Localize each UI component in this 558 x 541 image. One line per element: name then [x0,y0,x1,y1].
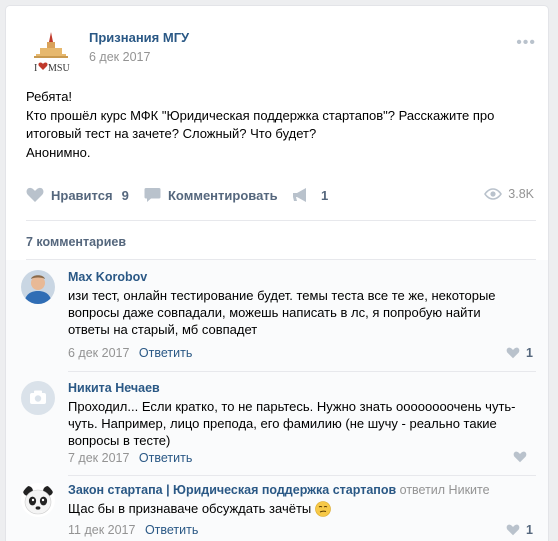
avatar[interactable] [21,381,55,415]
svg-text:I: I [34,63,37,74]
comment-like-button[interactable]: 1 [506,346,533,360]
heart-icon [506,347,520,359]
comment-text-line: чуть. Например, лицо препода, его фамили… [68,416,497,431]
like-count: 9 [121,187,129,203]
comment-button[interactable]: Комментировать [144,187,278,203]
post-text-line: Кто прошёл курс МФК "Юридическая поддерж… [26,107,495,123]
comment-text-line: вопросы даже совпадали, можешь написать … [68,305,481,320]
post-text-line: итоговый тест на зачете? Сложный? Что бу… [26,126,317,141]
comment-meta: 6 дек 2017 Ответить [68,346,192,360]
reply-note[interactable]: ответил Никите [400,483,490,497]
views-count: 3.8K [508,187,534,201]
comment-author[interactable]: Max Korobov [68,270,147,284]
comment-like-count: 1 [526,523,533,537]
post-text: Ребята! Кто прошёл курс МФК "Юридическая… [26,88,531,162]
heart-icon [506,524,520,536]
share-count: 1 [321,187,329,203]
post-text-line: Анонимно. [26,144,91,160]
avatar[interactable] [21,270,55,304]
reply-button[interactable]: Ответить [139,346,192,360]
views-counter: 3.8K [484,187,534,201]
comment-date[interactable]: 11 дек 2017 [68,523,135,537]
divider [26,220,536,221]
comment-author[interactable]: Закон стартапа | Юридическая поддержка с… [68,483,490,497]
comment-like-count: 1 [526,346,533,360]
comment-item: Никита Нечаев Проходил... Если кратко, т… [21,381,533,471]
reply-button[interactable]: Ответить [145,523,198,537]
comment-label: Комментировать [168,187,278,203]
svg-text:MSU: MSU [48,63,70,74]
megaphone-icon [293,188,306,202]
comment-date[interactable]: 7 дек 2017 [68,451,129,465]
comment-date[interactable]: 6 дек 2017 [68,346,129,360]
post-card: I MSU Признания МГУ 6 дек 2017 ••• Ребят… [6,6,548,541]
comment-text-line: Щас бы в признаваче обсуждать зачёты [68,500,528,517]
emoji-icon [315,500,332,517]
like-label: Нравится [51,187,113,203]
group-name-link[interactable]: Признания МГУ [89,30,189,45]
comments-count[interactable]: 7 комментариев [26,235,126,249]
comment-text-line: Проходил... Если кратко, то не парьтесь.… [68,399,516,414]
more-options-icon[interactable]: ••• [516,34,536,52]
divider [68,475,536,476]
comment-item: Max Korobov изи тест, онлайн тестировани… [21,270,533,360]
share-button[interactable]: 1 [292,187,328,203]
comment-item: Закон стартапа | Юридическая поддержка с… [21,483,533,541]
heart-icon [513,451,527,463]
post-actions: Нравится 9 Комментировать 1 3.8K [26,187,536,207]
divider [68,371,536,372]
avatar[interactable] [21,483,55,517]
heart-icon [26,187,44,202]
comment-text-line: ответы на старый, мб совпадет [68,322,258,337]
comment-author-name[interactable]: Закон стартапа | Юридическая поддержка с… [68,483,396,497]
comment-like-button[interactable]: 1 [506,523,533,537]
eye-icon [484,188,503,200]
post-text-line: Ребята! [26,89,73,104]
comment-text-line-content: Щас бы в признаваче обсуждать зачёты [68,501,312,516]
comment-meta: 11 дек 2017 Ответить [68,523,198,537]
post-date[interactable]: 6 дек 2017 [89,50,150,64]
comment-like-button[interactable] [513,451,533,463]
comment-text: Проходил... Если кратко, то не парьтесь.… [68,398,528,449]
reply-button[interactable]: Ответить [139,451,192,465]
comment-meta: 7 дек 2017 Ответить [68,451,192,465]
comment-text-line: изи тест, онлайн тестирование будет. тем… [68,288,496,303]
group-avatar[interactable]: I MSU [26,28,76,78]
comment-icon [144,188,161,202]
post-header: I MSU Признания МГУ 6 дек 2017 ••• [26,28,536,78]
comment-text: Щас бы в признаваче обсуждать зачёты [68,500,528,517]
comment-text: изи тест, онлайн тестирование будет. тем… [68,287,528,338]
like-button[interactable]: Нравится 9 [26,187,129,203]
comment-author[interactable]: Никита Нечаев [68,381,160,395]
comment-text-line: вопросы в тесте) [68,433,171,448]
